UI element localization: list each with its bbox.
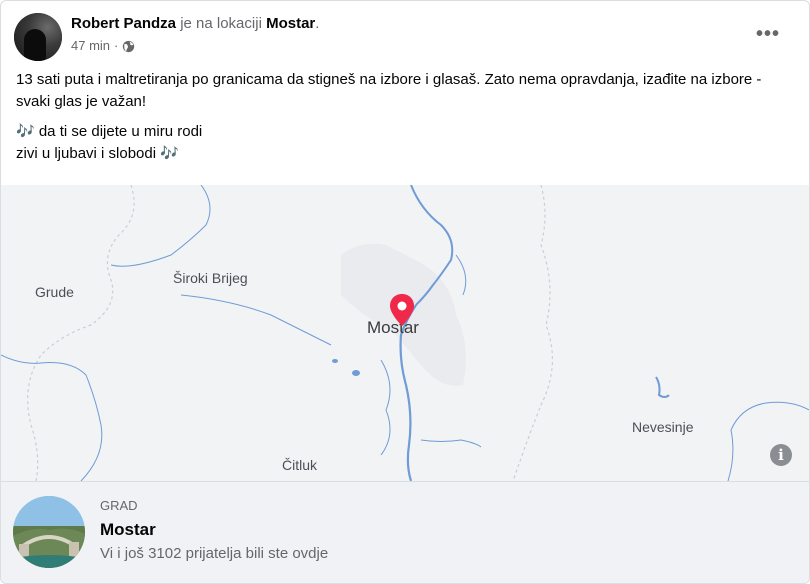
post-text-paragraph: 13 sati puta i maltretiranja po granicam…	[16, 71, 762, 110]
post-text-line: zivi u ljubavi i slobodi 🎶	[16, 145, 179, 162]
post-header: Robert Pandza je na lokaciji Mostar. 47 …	[1, 1, 809, 61]
location-pin-icon[interactable]	[389, 293, 415, 327]
post-time[interactable]: 47 min	[71, 38, 110, 54]
place-visitors: Vi i još 3102 prijatelja bili ste ovdje	[100, 545, 329, 562]
post-text: 13 sati puta i maltretiranja po granicam…	[16, 69, 786, 165]
post-text-line: 🎶 da ti se dijete u miru rodi	[16, 123, 203, 140]
map-label-grude: Grude	[35, 284, 74, 300]
map-label-nevesinje: Nevesinje	[632, 419, 694, 435]
map-view[interactable]: Grude Široki Brijeg Mostar Nevesinje Čit…	[1, 185, 809, 481]
post-card: Robert Pandza je na lokaciji Mostar. 47 …	[0, 0, 810, 584]
globe-icon[interactable]	[122, 40, 135, 53]
author-name[interactable]: Robert Pandza	[71, 15, 176, 32]
place-thumbnail[interactable]	[13, 496, 85, 568]
location-prefix: je na lokaciji	[180, 15, 262, 32]
place-card[interactable]: GRAD Mostar Vi i još 3102 prijatelja bil…	[1, 481, 809, 583]
map-label-siroki-brijeg: Široki Brijeg	[173, 270, 248, 286]
more-options-button[interactable]: •••	[753, 19, 783, 49]
location-suffix: .	[315, 15, 320, 32]
author-avatar[interactable]	[14, 13, 62, 61]
place-name[interactable]: Mostar	[100, 520, 156, 540]
location-link[interactable]: Mostar	[266, 15, 315, 32]
place-category: GRAD	[100, 498, 138, 513]
post-meta: 47 min ·	[71, 38, 135, 54]
author-line: Robert Pandza je na lokaciji Mostar.	[71, 14, 319, 34]
meta-separator: ·	[114, 38, 119, 53]
map-info-button[interactable]: i	[770, 444, 792, 466]
map-label-citluk: Čitluk	[282, 457, 318, 473]
